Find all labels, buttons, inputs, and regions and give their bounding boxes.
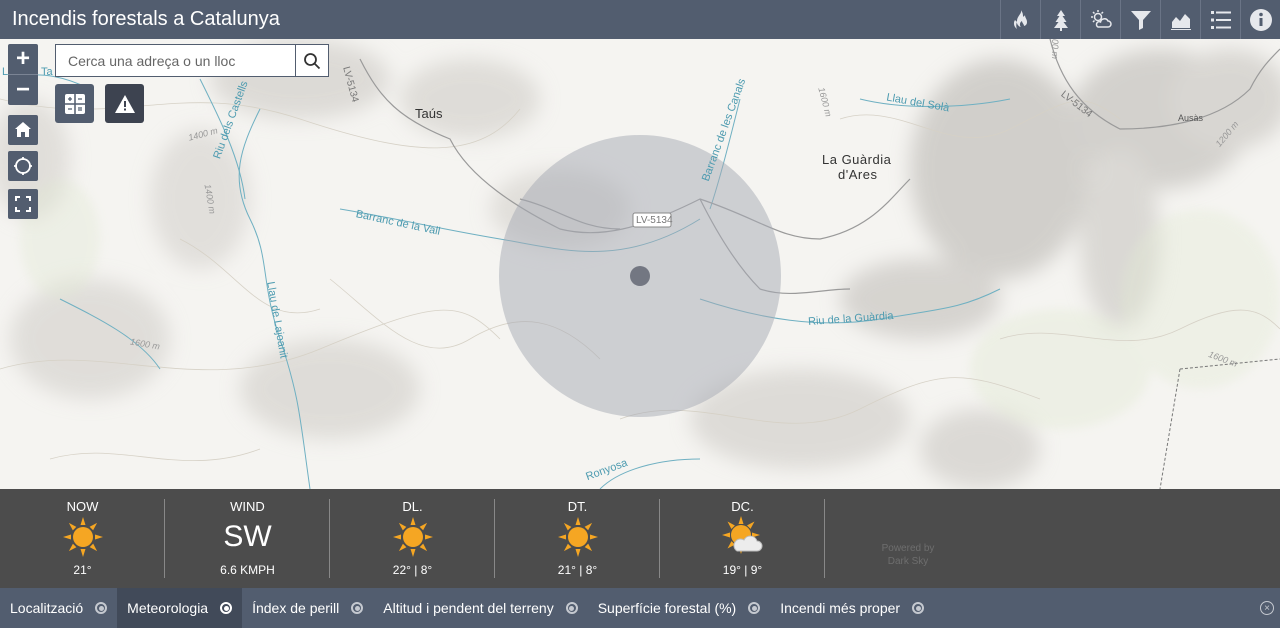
search-button[interactable] <box>295 45 328 76</box>
layer-list-button[interactable] <box>1200 0 1240 39</box>
search-box <box>55 44 329 77</box>
place-label-taus: Taús <box>415 106 443 121</box>
tree-icon <box>1053 9 1068 31</box>
info-icon <box>1249 8 1272 31</box>
weather-day: DT. 21° | 8° <box>495 489 660 588</box>
wind-direction: SW <box>223 520 272 553</box>
tab-radio <box>748 602 761 614</box>
warning-button[interactable] <box>105 84 144 123</box>
place-label-ares: d'Ares <box>838 167 878 182</box>
chart-button[interactable] <box>1160 0 1200 39</box>
filter-button[interactable] <box>1120 0 1160 39</box>
tab-meteorologia[interactable]: Meteorologia <box>117 588 243 628</box>
home-button[interactable] <box>8 115 38 145</box>
panel-tabs: Localització Meteorologia Índex de peril… <box>0 588 1280 628</box>
tab-localitzacio[interactable]: Localització <box>0 588 117 628</box>
weather-icon <box>1090 9 1112 28</box>
weather-day: DC. 19° | 9° <box>660 489 825 588</box>
locate-button[interactable] <box>8 151 38 181</box>
weather-day-temp: 22° | 8° <box>392 563 433 577</box>
powered-by-credit[interactable]: Powered by Dark Sky <box>868 542 948 568</box>
partly-cloudy-icon <box>721 515 765 559</box>
weather-wind: WIND SW 6.6 KMPH <box>165 489 330 588</box>
zoom-in-button[interactable]: + <box>8 44 38 74</box>
weather-day: DL. 22° | 8° <box>330 489 495 588</box>
list-icon <box>1210 10 1231 29</box>
fire-icon <box>1013 9 1027 29</box>
weather-now-label: NOW <box>66 499 99 514</box>
weather-day-label: DL. <box>402 499 423 514</box>
tab-superficie-forestal[interactable]: Superfície forestal (%) <box>588 588 771 628</box>
filter-icon <box>1130 10 1151 30</box>
weather-day-temp: 19° | 9° <box>722 563 763 577</box>
contour-label: 1000 m <box>1050 39 1061 60</box>
app-title: Incendis forestals a Catalunya <box>12 8 280 30</box>
powered-by-brand: Dark Sky <box>887 556 929 567</box>
fire-button[interactable] <box>1000 0 1040 39</box>
weather-day-label: DT. <box>567 499 588 514</box>
locate-icon <box>14 157 32 175</box>
tab-radio <box>565 602 578 614</box>
weather-wind-label: WIND <box>230 499 265 514</box>
weather-button[interactable] <box>1080 0 1120 39</box>
tab-radio <box>912 602 925 614</box>
close-panel-button[interactable]: × <box>1260 601 1274 615</box>
chart-icon <box>1170 13 1191 30</box>
calculator-button[interactable] <box>55 84 94 123</box>
location-point <box>630 266 650 286</box>
tab-altitud[interactable]: Altitud i pendent del terreny <box>373 588 587 628</box>
close-icon: × <box>1264 602 1270 614</box>
wind-speed: 6.6 KMPH <box>220 563 275 577</box>
search-input[interactable] <box>56 45 295 76</box>
tab-label: Localització <box>10 600 84 616</box>
tab-index-perill[interactable]: Índex de perill <box>242 588 373 628</box>
toolbar <box>1000 0 1280 39</box>
tab-label: Incendi més proper <box>780 600 901 616</box>
sun-icon <box>556 515 600 559</box>
calculator-icon <box>64 93 85 114</box>
fullscreen-button[interactable] <box>8 189 38 219</box>
zoom-control: + − <box>8 44 38 105</box>
powered-by-line: Powered by <box>881 543 935 554</box>
search-icon <box>304 52 321 69</box>
tab-label: Superfície forestal (%) <box>597 600 737 616</box>
weather-now-temp: 21° <box>73 563 92 577</box>
tab-incendi-proper[interactable]: Incendi més proper <box>770 588 934 628</box>
tab-label: Índex de perill <box>252 600 340 616</box>
tab-radio <box>95 602 108 614</box>
tree-button[interactable] <box>1040 0 1080 39</box>
sun-icon <box>61 515 105 559</box>
tab-radio <box>220 602 233 614</box>
map-view[interactable]: Taús La Guàrdia d'Ares Ausàs Riu dels Ca… <box>0 39 1280 489</box>
tab-label: Altitud i pendent del terreny <box>383 600 554 616</box>
tab-radio <box>351 602 364 614</box>
road-label-lv5134-b: LV-5134 <box>636 215 673 226</box>
info-button[interactable] <box>1240 0 1280 39</box>
weather-day-label: DC. <box>731 499 754 514</box>
home-icon <box>15 122 31 137</box>
weather-day-temp: 21° | 8° <box>557 563 598 577</box>
sun-icon <box>391 515 435 559</box>
place-label-guardia: La Guàrdia <box>822 152 892 167</box>
zoom-out-button[interactable]: − <box>8 75 38 105</box>
fullscreen-icon <box>15 196 31 212</box>
warning-icon <box>114 94 135 113</box>
tab-label: Meteorologia <box>127 600 209 616</box>
place-label-ausas: Ausàs <box>1178 113 1204 123</box>
weather-panel: NOW 21° WIND SW 6.6 KMPH DL. 22° | 8° DT… <box>0 489 1280 588</box>
weather-now: NOW 21° <box>0 489 165 588</box>
app-header: Incendis forestals a Catalunya <box>0 0 1280 39</box>
